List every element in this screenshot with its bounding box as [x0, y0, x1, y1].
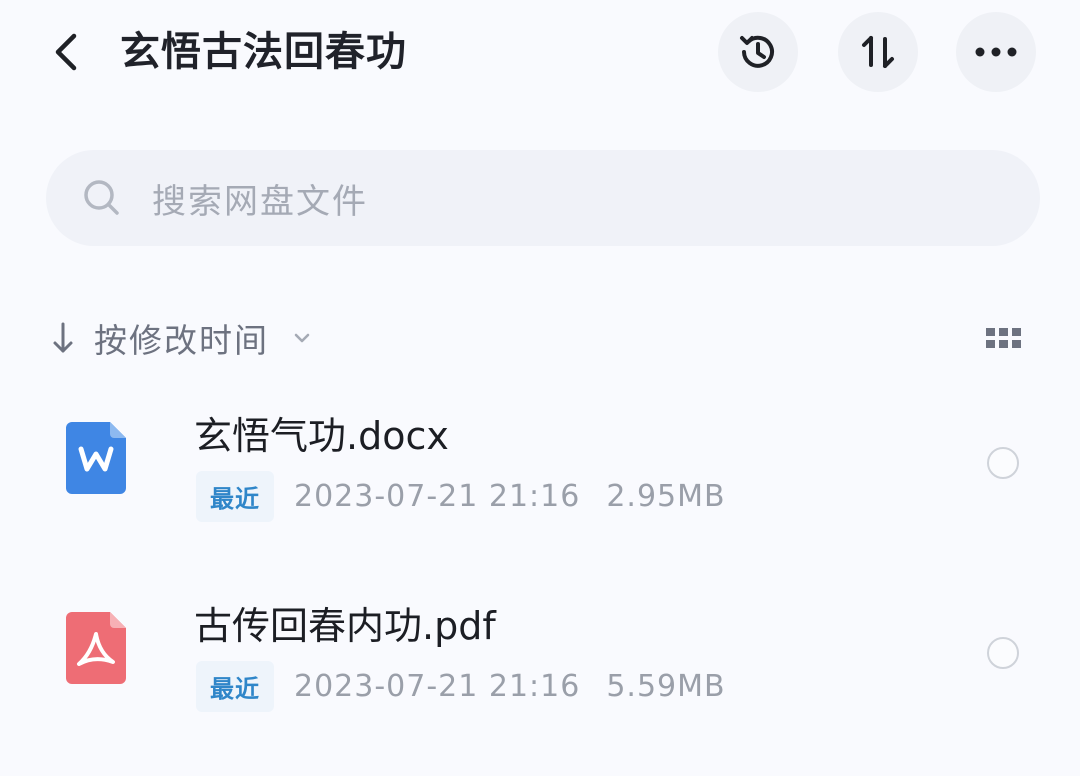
chevron-left-icon	[55, 33, 77, 71]
grid-view-icon	[986, 328, 1021, 348]
search-bar[interactable]: 搜索网盘文件	[46, 150, 1040, 246]
file-name: 玄悟气功.docx	[194, 414, 449, 458]
sort-dropdown[interactable]: 按修改时间	[50, 312, 313, 364]
file-meta: 最近 2023-07-21 21:16 5.59MB	[196, 660, 726, 712]
search-placeholder: 搜索网盘文件	[152, 181, 368, 222]
back-button[interactable]	[44, 28, 88, 76]
recent-badge: 最近	[196, 470, 274, 522]
file-size: 5.59MB	[606, 668, 726, 704]
top-bar: 玄悟古法回春功	[0, 0, 1080, 104]
file-date: 2023-07-21 21:16	[294, 668, 581, 704]
sort-button[interactable]	[838, 12, 918, 92]
more-horizontal-icon	[975, 47, 1017, 57]
sort-label: 按修改时间	[94, 321, 269, 360]
file-size: 2.95MB	[606, 478, 726, 514]
arrow-down-icon	[50, 318, 76, 358]
word-file-icon	[66, 422, 126, 494]
recent-badge: 最近	[196, 660, 274, 712]
file-row[interactable]: 玄悟气功.docx 最近 2023-07-21 21:16 2.95MB	[0, 394, 1080, 544]
chevron-down-icon	[291, 327, 313, 349]
sort-arrows-icon	[862, 36, 894, 68]
file-date: 2023-07-21 21:16	[294, 478, 581, 514]
file-name: 古传回春内功.pdf	[194, 604, 496, 648]
file-meta: 最近 2023-07-21 21:16 2.95MB	[196, 470, 726, 522]
select-checkbox[interactable]	[987, 637, 1019, 669]
pdf-file-icon	[66, 612, 126, 684]
search-icon	[82, 178, 122, 218]
page-title: 玄悟古法回春功	[120, 29, 407, 75]
more-button[interactable]	[956, 12, 1036, 92]
history-icon	[740, 35, 774, 68]
file-browser-screen: 玄悟古法回春功 搜索网盘文件 按修改时间 玄悟气功.docx 最近 2023-0…	[0, 0, 1080, 776]
file-row[interactable]: 古传回春内功.pdf 最近 2023-07-21 21:16 5.59MB	[0, 584, 1080, 734]
select-checkbox[interactable]	[987, 447, 1019, 479]
history-button[interactable]	[718, 12, 798, 92]
view-toggle-button[interactable]	[984, 324, 1024, 352]
